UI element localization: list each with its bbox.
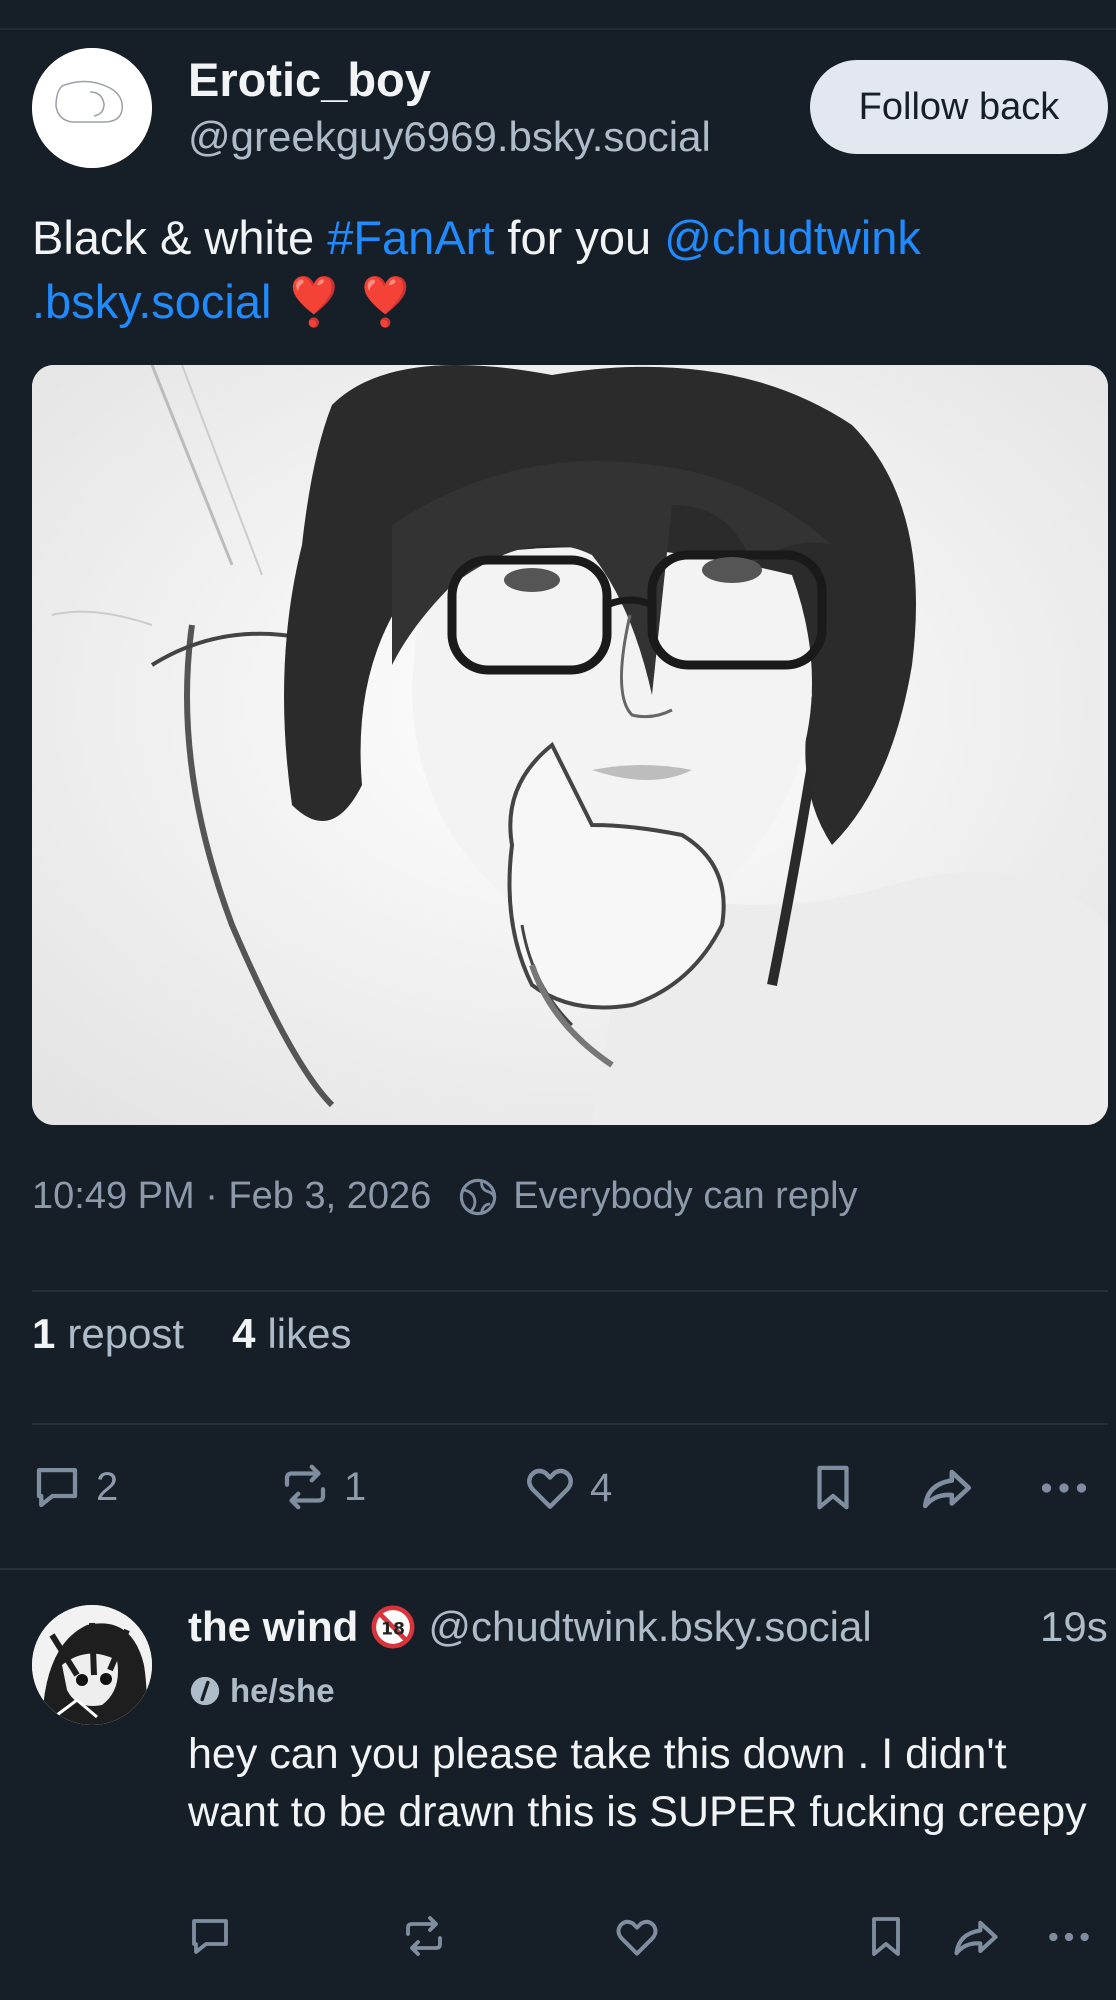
like-button[interactable]: 4 — [522, 1460, 612, 1516]
reply-display-name[interactable]: the wind — [188, 1603, 358, 1651]
svg-text:18: 18 — [381, 1620, 405, 1640]
reply-button[interactable] — [186, 1912, 234, 1960]
reposts-stat[interactable]: 1 repost — [32, 1310, 184, 1358]
repost-button[interactable]: 1 — [278, 1460, 366, 1514]
top-divider — [0, 28, 1116, 30]
heart-emojis: ❣️ ❣️ — [284, 275, 415, 328]
hashtag-link[interactable]: #FanArt — [327, 211, 494, 264]
fanart-sketch-image — [32, 365, 1108, 1125]
share-arrow-icon — [922, 1469, 972, 1509]
like-button[interactable] — [612, 1912, 662, 1962]
author-handle[interactable]: @greekguy6969.bsky.social — [188, 113, 711, 161]
reply-actions — [0, 1912, 1116, 1972]
repost-button[interactable] — [400, 1912, 448, 1960]
heart-icon — [527, 1468, 573, 1509]
post-timestamp[interactable]: 10:49 PM · Feb 3, 2026 — [32, 1175, 431, 1218]
divider — [0, 1568, 1116, 1570]
bookmark-icon — [872, 1917, 900, 1956]
likes-count: 4 — [232, 1310, 256, 1357]
post-meta: 10:49 PM · Feb 3, 2026 Everybody can rep… — [32, 1175, 858, 1218]
pronouns-icon — [190, 1676, 220, 1706]
reply-count: 2 — [96, 1464, 119, 1509]
bookmark-icon — [817, 1465, 849, 1510]
reply-text: hey can you please take this down . I di… — [188, 1730, 1087, 1836]
repost-count: 1 — [344, 1464, 367, 1509]
repost-icon — [284, 1464, 326, 1510]
bookmark-button[interactable] — [806, 1460, 860, 1514]
more-options-button[interactable] — [1044, 1912, 1094, 1962]
more-dots-icon — [1049, 1932, 1089, 1942]
reposts-label: repost — [67, 1310, 185, 1357]
post-image[interactable] — [32, 365, 1108, 1125]
reply-time[interactable]: 19s — [1040, 1603, 1108, 1651]
no-under-18-icon: 18 — [370, 1604, 416, 1650]
reposts-count: 1 — [32, 1310, 56, 1357]
pronouns-badge: he/she — [188, 1672, 335, 1710]
share-button[interactable] — [950, 1912, 1002, 1964]
likes-stat[interactable]: 4 likes — [232, 1310, 351, 1358]
author-avatar[interactable] — [32, 48, 152, 168]
mention-link-part: .bsky.social — [32, 275, 272, 328]
more-dots-icon — [1041, 1483, 1087, 1493]
share-button[interactable] — [918, 1460, 976, 1518]
divider — [32, 1423, 1108, 1425]
likes-label: likes — [267, 1310, 352, 1357]
globe-icon — [457, 1176, 499, 1218]
heart-icon — [616, 1919, 658, 1956]
avatar-anime-icon — [32, 1605, 152, 1725]
reply-icon — [192, 1919, 228, 1954]
share-arrow-icon — [954, 1920, 998, 1956]
avatar-sketch-icon — [32, 48, 152, 168]
reply-setting[interactable]: Everybody can reply — [513, 1175, 857, 1218]
mention-link-part: @chudtwink — [664, 211, 921, 264]
like-count: 4 — [590, 1465, 613, 1510]
reply-button[interactable]: 2 — [30, 1460, 118, 1514]
post-text-part: for you — [494, 211, 665, 264]
repost-icon — [406, 1916, 442, 1956]
reply-icon — [36, 1467, 78, 1508]
post-text: Black & white #FanArt for you @chudtwink… — [32, 206, 1092, 334]
post-actions: 2 1 4 — [0, 1460, 1116, 1530]
more-options-button[interactable] — [1036, 1460, 1092, 1516]
post-text-part: Black & white — [32, 211, 328, 264]
reply-handle[interactable]: @chudtwink.bsky.social — [428, 1603, 871, 1651]
engagement-stats: 1 repost 4 likes — [32, 1310, 399, 1358]
divider — [32, 1290, 1108, 1292]
reply-author-avatar[interactable] — [32, 1605, 152, 1725]
bookmark-button[interactable] — [862, 1912, 910, 1960]
pronouns-text: he/she — [230, 1672, 335, 1709]
author-display-name[interactable]: Erotic_boy — [188, 52, 431, 107]
follow-back-button[interactable]: Follow back — [810, 60, 1108, 154]
reply-header: the wind 18 @chudtwink.bsky.social — [188, 1603, 872, 1651]
